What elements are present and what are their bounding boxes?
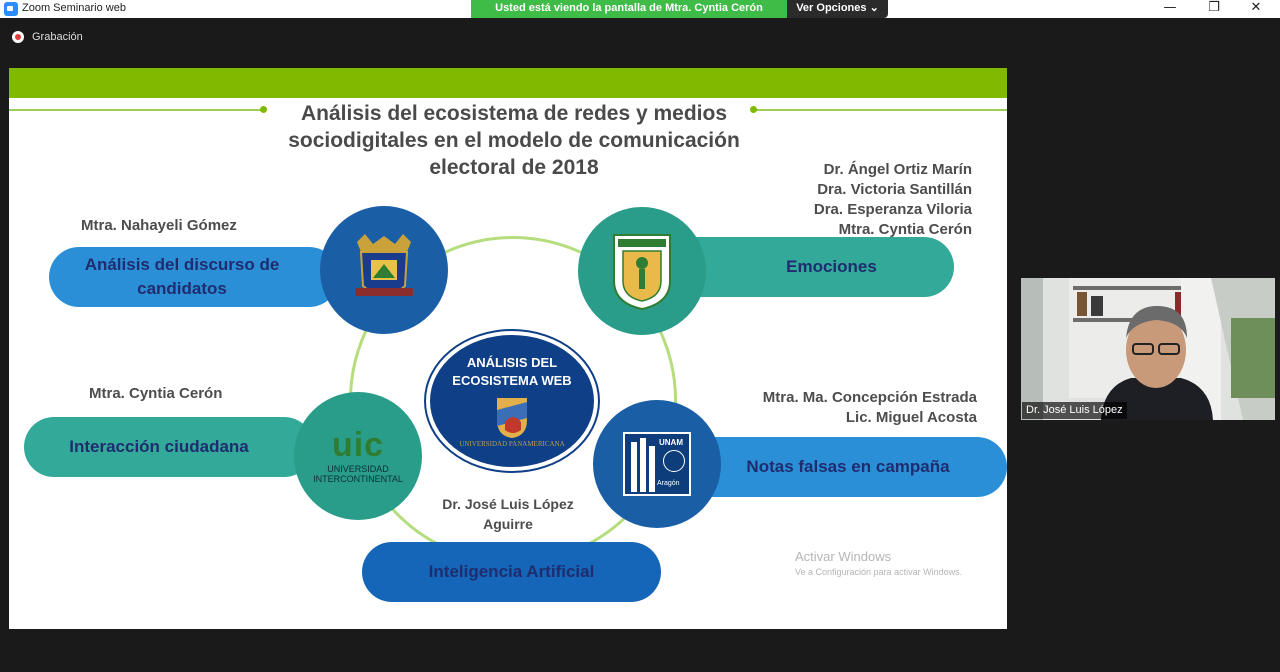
minimize-icon[interactable]: — xyxy=(1150,0,1190,18)
aragon-label: Aragón xyxy=(657,480,680,487)
topic-ia: Inteligencia Artificial xyxy=(362,542,661,602)
authors-emociones: Dr. Ángel Ortiz Marín Dra. Victoria Sant… xyxy=(769,160,972,240)
author-name: Lic. Miguel Acosta xyxy=(845,409,977,426)
topic-label: Inteligencia Artificial xyxy=(428,562,595,581)
window-title: Zoom Seminario web xyxy=(22,2,126,14)
building-icon xyxy=(631,438,655,492)
logo-circle-top-right xyxy=(578,207,706,335)
watermark-line1: Activar Windows xyxy=(795,549,892,564)
uic-subtitle: UNIVERSIDAD xyxy=(327,464,389,474)
topic-label: Análisis del discurso de candidatos xyxy=(84,255,280,298)
recording-label: Grabación xyxy=(32,31,83,43)
author-name: Dr. José Luis López xyxy=(442,496,574,512)
topic-discurso: Análisis del discurso de candidatos xyxy=(49,247,339,307)
slide-green-bar xyxy=(9,68,1007,98)
center-circle: ANÁLISIS DEL ECOSISTEMA WEB UNIVERSIDAD … xyxy=(426,331,598,471)
video-frame-icon xyxy=(1021,278,1275,420)
title-divider-right xyxy=(754,109,1007,111)
windows-activation-watermark: Activar Windows Ve a Configuración para … xyxy=(795,549,962,577)
center-university-label: UNIVERSIDAD PANAMERICANA xyxy=(459,440,565,448)
watermark-line2: Ve a Configuración para activar Windows. xyxy=(795,567,963,577)
recording-indicator: Grabación xyxy=(12,31,83,43)
title-dot-left xyxy=(260,106,267,113)
authors-discurso: Mtra. Nahayeli Gómez xyxy=(81,216,237,236)
title-dot-right xyxy=(750,106,757,113)
logo-circle-top-left xyxy=(320,206,448,334)
author-name: Dr. Ángel Ortiz Marín xyxy=(823,161,972,178)
authors-ia: Dr. José Luis López Aguirre xyxy=(429,494,587,534)
topic-label: Emociones xyxy=(786,257,877,276)
logo-circle-uic: UIC UNIVERSIDAD INTERCONTINENTAL xyxy=(294,392,422,520)
zoom-logo-icon xyxy=(4,2,18,16)
author-name: Mtra. Ma. Concepción Estrada xyxy=(762,389,977,406)
participant-name-label: Dr. José Luis López xyxy=(1022,402,1127,419)
restore-icon[interactable]: ❐ xyxy=(1194,0,1234,18)
topic-interaccion: Interacción ciudadana xyxy=(24,417,314,477)
authors-interaccion: Mtra. Cyntia Cerón xyxy=(89,384,222,404)
university-crest-icon xyxy=(355,234,413,296)
screen-share-banner: Usted está viendo la pantalla de Mtra. C… xyxy=(471,0,787,18)
participant-video[interactable] xyxy=(1021,278,1275,420)
unam-label: UNAM xyxy=(659,438,683,447)
topic-label: Interacción ciudadana xyxy=(69,437,249,456)
university-shield-icon xyxy=(613,234,671,311)
shared-slide: Análisis del ecosistema de redes y medio… xyxy=(9,68,1007,629)
author-name: Mtra. Nahayeli Gómez xyxy=(81,217,237,234)
fes-aragon-logo: UNAM Aragón xyxy=(623,432,691,496)
view-options-button[interactable]: Ver Opciones ⌄ xyxy=(787,0,888,18)
close-icon[interactable]: ✕ xyxy=(1236,0,1276,18)
unam-seal-icon xyxy=(663,450,685,472)
record-icon xyxy=(12,31,24,43)
author-name: Dra. Victoria Santillán xyxy=(817,181,972,198)
uic-logo-text: UIC xyxy=(331,426,385,464)
topic-label: Notas falsas en campaña xyxy=(746,457,950,476)
logo-circle-fes: UNAM Aragón xyxy=(593,400,721,528)
author-name: Mtra. Cyntia Cerón xyxy=(89,385,223,402)
authors-notas: Mtra. Ma. Concepción Estrada Lic. Miguel… xyxy=(709,388,977,428)
author-name: Aguirre xyxy=(483,516,533,532)
uic-subtitle-2: INTERCONTINENTAL xyxy=(313,474,403,484)
center-title: ANÁLISIS DEL ECOSISTEMA WEB xyxy=(452,355,572,388)
author-name: Dra. Esperanza Viloria xyxy=(813,201,972,218)
panamericana-shield-icon xyxy=(497,398,527,438)
slide-title: Análisis del ecosistema de redes y medio… xyxy=(288,102,740,179)
title-divider-left xyxy=(9,109,264,111)
